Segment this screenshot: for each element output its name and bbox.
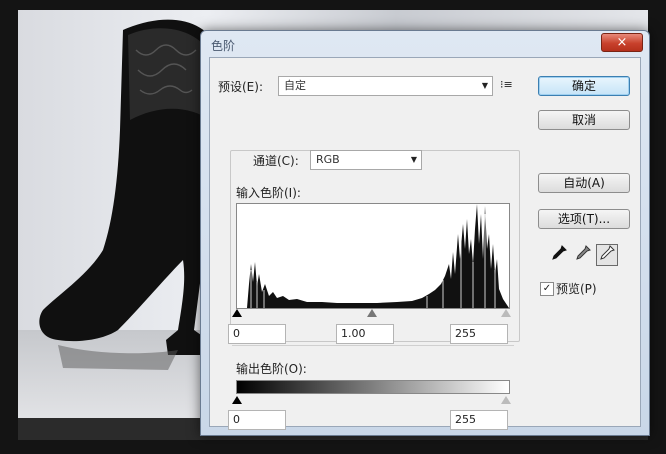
black-eyedropper-button[interactable] <box>548 244 570 266</box>
close-icon: × <box>616 35 628 50</box>
cancel-button[interactable]: 取消 <box>538 110 630 130</box>
input-white-field[interactable]: 255 <box>450 324 508 344</box>
output-white-field[interactable]: 255 <box>450 410 508 430</box>
levels-dialog: 色阶 × 预设(E): 自定 ▼ ⁝≡ 确定 取消 自动(A) 选项(T)... <box>200 30 650 436</box>
output-levels-label: 输出色阶(O): <box>236 362 307 376</box>
close-button[interactable]: × <box>601 33 643 52</box>
channel-select[interactable]: RGB ▼ <box>310 150 422 170</box>
gray-eyedropper-icon <box>576 245 591 260</box>
output-black-field[interactable]: 0 <box>228 410 286 430</box>
input-black-slider[interactable] <box>232 309 242 317</box>
input-gamma-slider[interactable] <box>367 309 377 317</box>
options-button[interactable]: 选项(T)... <box>538 209 630 229</box>
auto-button[interactable]: 自动(A) <box>538 173 630 193</box>
preset-label: 预设(E): <box>218 80 263 94</box>
preview-label: 预览(P) <box>556 282 597 296</box>
input-gamma-field[interactable]: 1.00 <box>336 324 394 344</box>
input-white-slider[interactable] <box>501 309 511 317</box>
gray-eyedropper-button[interactable] <box>572 244 594 266</box>
input-levels-label: 输入色阶(I): <box>236 186 301 200</box>
preset-select[interactable]: 自定 ▼ <box>278 76 493 96</box>
histogram-graph <box>237 204 509 308</box>
histogram <box>236 203 510 309</box>
channel-label: 通道(C): <box>250 152 302 169</box>
black-eyedropper-icon <box>552 245 567 260</box>
ok-button[interactable]: 确定 <box>538 76 630 96</box>
dialog-client-area: 预设(E): 自定 ▼ ⁝≡ 确定 取消 自动(A) 选项(T)... ✓ 预览… <box>209 57 641 430</box>
chevron-down-icon: ▼ <box>481 81 488 90</box>
preview-checkbox[interactable]: ✓ <box>540 282 554 296</box>
output-white-slider[interactable] <box>501 396 511 404</box>
dialog-title: 色阶 <box>211 39 236 53</box>
preset-value: 自定 <box>284 79 306 92</box>
output-black-slider[interactable] <box>232 396 242 404</box>
preset-menu-icon[interactable]: ⁝≡ <box>500 78 513 91</box>
white-eyedropper-button[interactable] <box>596 244 618 266</box>
white-eyedropper-icon <box>600 245 615 260</box>
section-divider <box>232 345 514 346</box>
dialog-titlebar[interactable]: 色阶 × <box>201 31 649 57</box>
input-black-field[interactable]: 0 <box>228 324 286 344</box>
chevron-down-icon: ▼ <box>410 155 417 164</box>
output-gradient-bar <box>236 380 510 394</box>
channel-value: RGB <box>316 153 340 166</box>
